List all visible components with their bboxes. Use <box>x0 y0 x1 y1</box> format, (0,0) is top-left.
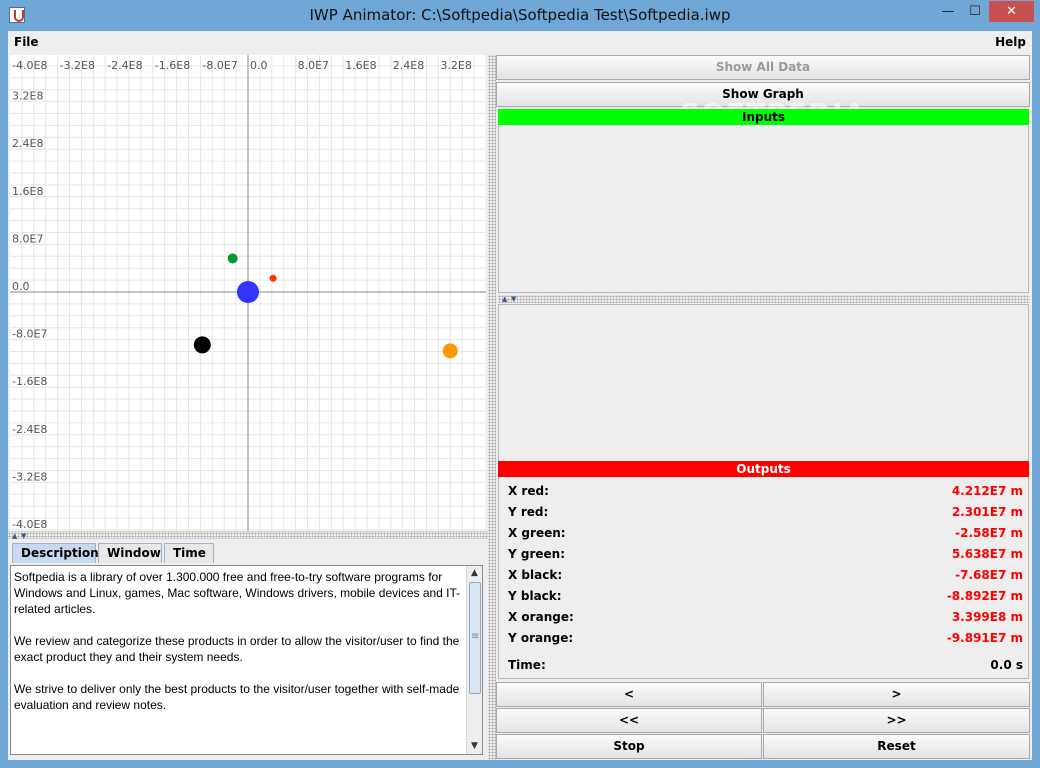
x-tick-label: 3.2E8 <box>440 59 471 72</box>
output-value: 3.399E8 m <box>951 610 1023 624</box>
x-tick-label: 8.0E7 <box>298 59 329 72</box>
output-label: Y green: <box>508 547 565 561</box>
menu-bar: File Help <box>8 31 1032 53</box>
horizontal-splitter[interactable]: ▲ ▼ <box>8 531 488 540</box>
output-row: X green: -2.58E7 m <box>499 523 1030 544</box>
output-row: X red: 4.212E7 m <box>499 481 1030 502</box>
tab-description[interactable]: Description <box>12 543 99 563</box>
time-label: Time: <box>508 658 546 672</box>
output-value: -7.68E7 m <box>955 568 1023 582</box>
window-title: IWP Animator: C:\Softpedia\Softpedia Tes… <box>309 6 731 24</box>
scroll-down-arrow-icon[interactable]: ▼ <box>467 739 482 754</box>
y-tick-label: 0.0 <box>12 280 30 293</box>
body-orange <box>442 343 458 359</box>
inputs-panel <box>498 125 1029 293</box>
x-tick-label: 0.0 <box>250 59 268 72</box>
menu-help[interactable]: Help <box>995 35 1026 49</box>
output-label: Y black: <box>508 589 562 603</box>
output-label: X orange: <box>508 610 574 624</box>
reset-button[interactable]: Reset <box>763 734 1030 759</box>
fast-forward-button[interactable]: >> <box>763 708 1030 733</box>
vertical-splitter[interactable] <box>488 55 496 760</box>
app-window: IWP Animator: C:\Softpedia\Softpedia Tes… <box>0 0 1040 768</box>
x-tick-label: -4.0E8 <box>12 59 47 72</box>
step-back-button[interactable]: < <box>496 682 762 707</box>
y-tick-label: -8.0E7 <box>12 328 47 341</box>
x-tick-label: 2.4E8 <box>393 59 424 72</box>
output-label: X black: <box>508 568 563 582</box>
x-tick-label: -2.4E8 <box>107 59 142 72</box>
outputs-upper-panel <box>498 304 1029 462</box>
title-bar[interactable]: IWP Animator: C:\Softpedia\Softpedia Tes… <box>0 0 1040 32</box>
x-tick-label: 1.6E8 <box>345 59 376 72</box>
body-red <box>269 274 277 282</box>
body-green <box>227 253 238 264</box>
body-blue <box>237 281 259 303</box>
maximize-button[interactable]: ☐ <box>962 1 988 22</box>
output-value: -2.58E7 m <box>955 526 1023 540</box>
show-all-data-button[interactable]: Show All Data <box>496 55 1030 80</box>
fast-back-button[interactable]: << <box>496 708 762 733</box>
output-row: Y red: 2.301E7 m <box>499 502 1030 523</box>
description-panel[interactable]: Softpedia is a library of over 1.300.000… <box>10 565 483 755</box>
body-black <box>193 336 211 354</box>
description-scrollbar[interactable]: ▲ ▼ <box>466 566 482 754</box>
tab-window[interactable]: Window <box>98 543 162 563</box>
y-tick-label: -1.6E8 <box>12 375 47 388</box>
right-splitter[interactable]: ▲ ▼ <box>498 295 1030 303</box>
output-value: 4.212E7 m <box>951 484 1023 498</box>
split-up-icon[interactable]: ▲ <box>12 532 20 540</box>
output-row: Y green: 5.638E7 m <box>499 544 1030 565</box>
stop-button[interactable]: Stop <box>496 734 762 759</box>
output-row: Y orange: -9.891E7 m <box>499 628 1030 649</box>
output-row: X orange: 3.399E8 m <box>499 607 1030 628</box>
description-text[interactable]: Softpedia is a library of over 1.300.000… <box>14 569 464 713</box>
output-row: Y black: -8.892E7 m <box>499 586 1030 607</box>
minimize-button[interactable]: — <box>935 1 961 22</box>
output-label: X green: <box>508 526 566 540</box>
time-value: 0.0 s <box>990 658 1023 672</box>
plot-canvas[interactable]: -4.0E8 -3.2E8 -2.4E8 -1.6E8 -8.0E7 0.0 8.0E7 1.… <box>10 55 486 531</box>
scroll-up-arrow-icon[interactable]: ▲ <box>467 566 482 581</box>
inputs-header: Inputs <box>498 109 1029 125</box>
output-value: -9.891E7 m <box>946 631 1023 645</box>
y-tick-label: -2.4E8 <box>12 423 47 436</box>
animation-plot[interactable]: -4.0E8 -3.2E8 -2.4E8 -1.6E8 -8.0E7 0.0 8.0E7 1.… <box>10 55 486 531</box>
outputs-panel: X red: 4.212E7 m Y red: 2.301E7 m X gree… <box>498 477 1029 679</box>
output-value: -8.892E7 m <box>946 589 1023 603</box>
time-row: Time: 0.0 s <box>499 655 1030 676</box>
scroll-thumb[interactable] <box>469 582 481 694</box>
close-button[interactable]: ✕ <box>989 1 1034 22</box>
outputs-header: Outputs <box>498 461 1029 477</box>
step-forward-button[interactable]: > <box>763 682 1030 707</box>
client-area: File Help -4.0E8 -3.2E8 -2.4E8 -1.6E8 -8.0E7… <box>8 31 1032 760</box>
y-tick-label: 3.2E8 <box>12 90 43 103</box>
x-tick-label: -8.0E7 <box>202 59 237 72</box>
right-split-up-icon[interactable]: ▲ <box>502 295 510 303</box>
right-split-down-icon[interactable]: ▼ <box>511 295 519 303</box>
output-label: X red: <box>508 484 549 498</box>
output-value: 5.638E7 m <box>951 547 1023 561</box>
split-down-icon[interactable]: ▼ <box>21 532 29 540</box>
tab-time[interactable]: Time <box>164 543 214 563</box>
output-label: Y orange: <box>508 631 574 645</box>
x-tick-label: -1.6E8 <box>155 59 190 72</box>
x-tick-label: -3.2E8 <box>60 59 95 72</box>
y-tick-label: -3.2E8 <box>12 470 47 483</box>
y-tick-label: 8.0E7 <box>12 232 43 245</box>
y-tick-label: 1.6E8 <box>12 185 43 198</box>
output-label: Y red: <box>508 505 549 519</box>
output-value: 2.301E7 m <box>951 505 1023 519</box>
menu-file[interactable]: File <box>14 35 39 49</box>
y-tick-label: -4.0E8 <box>12 518 47 531</box>
output-row: X black: -7.68E7 m <box>499 565 1030 586</box>
y-tick-label: 2.4E8 <box>12 137 43 150</box>
